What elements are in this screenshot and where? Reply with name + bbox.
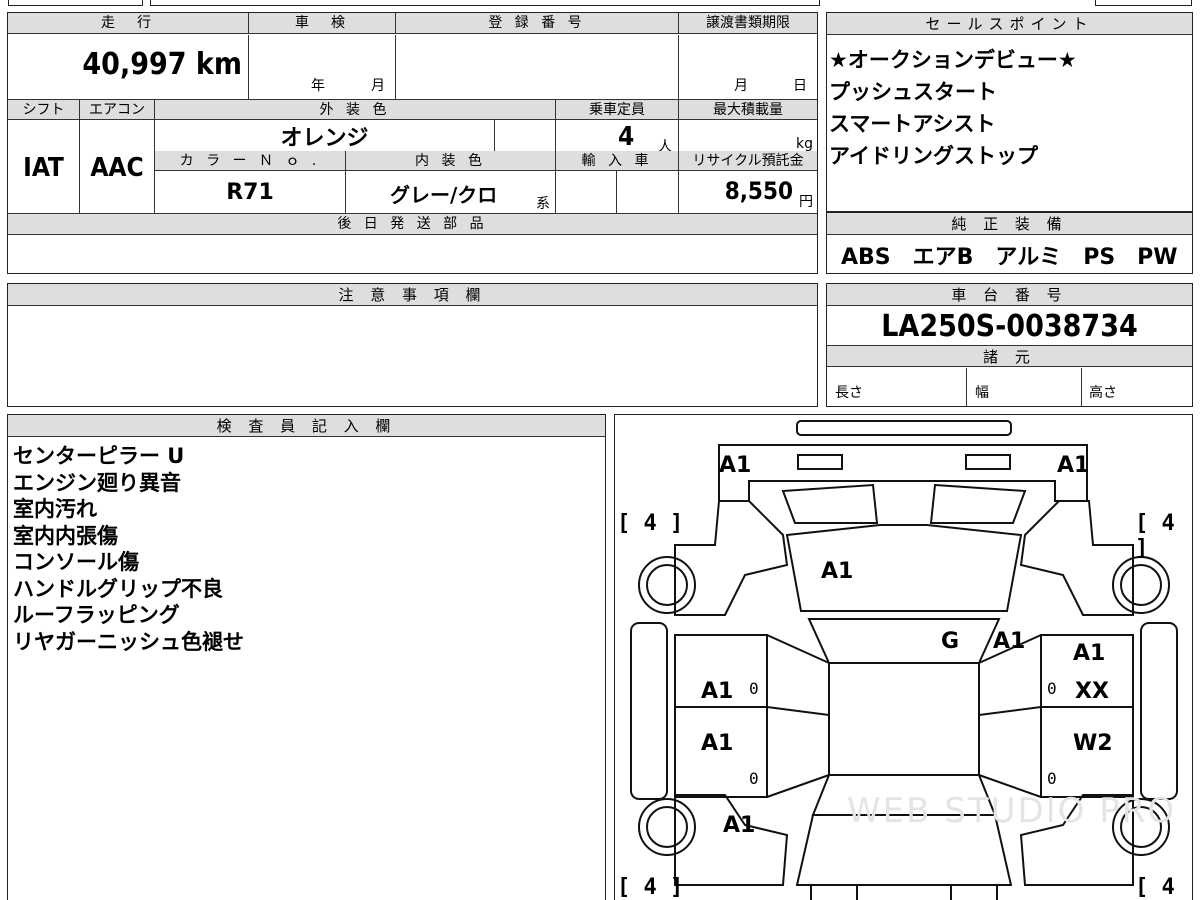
genuine-equipment-title: 純 正 装 備 [827,213,1192,235]
watermark: WEB STUDIO PRO [847,791,1177,831]
chassis-number: LA250S-0038734 [881,309,1138,344]
maxload-label: 最大積載量 [679,100,817,120]
inspection-year: 年 [311,78,325,94]
capacity-value: 4 [618,122,635,152]
inspector-notes: センターピラー U エンジン廻り異音 室内汚れ 室内内張傷 コンソール傷 ハンド… [13,443,244,655]
ac-value: AAC [80,120,155,213]
inspection-label: 車 検 [249,13,396,34]
zero-right-rear: 0 [1047,769,1057,788]
later-parts-label: 後 日 発 送 部 品 [8,214,817,235]
recycle-label: リサイクル預託金 [679,151,817,171]
mark-front-right: A1 [1057,453,1090,478]
inspector-line: ハンドルグリップ不良 [13,576,223,601]
mark-hood: A1 [821,559,854,584]
vehicle-info-table: 走 行 車 検 登 録 番 号 譲渡書類期限 40,997 km 年 月 月 日… [7,12,818,274]
mileage-value: 40,997 km [8,35,249,99]
genuine-equipment-box: 純 正 装 備 ABS エアB アルミ PS PW [826,212,1193,274]
interior-label: 内 装 色 [346,151,556,171]
ac-label: エアコン [80,100,155,120]
sales-point-item: アイドリングストップ [829,144,1038,168]
zero-left-rear: 0 [749,769,759,788]
color-no-label: カ ラ ー Ｎ ｏ . [155,151,346,171]
import-cell-a [556,171,617,213]
specs-title: 諸 元 [827,345,1192,367]
notes-box: 注 意 事 項 欄 [7,283,818,407]
mark-left-rear-door: A1 [701,731,734,756]
inspection-value: 年 月 [249,35,396,99]
sales-points-box: セールスポイント ★オークションデビュー★ プッシュスタート スマートアシスト … [826,12,1193,212]
inspector-line: 室内内張傷 [13,523,118,548]
inspector-line: センターピラー U [13,444,185,468]
mark-right-rear-door: W2 [1073,731,1113,756]
inspector-line: コンソール傷 [13,550,139,574]
tire-front-right: [ 4 ] [1135,511,1175,561]
inspector-line: エンジン廻り異音 [13,470,181,495]
import-cell-b [617,171,679,213]
sales-points-title: セールスポイント [827,13,1192,35]
top-strip [0,0,1200,8]
tire-rear-left: [ 4 ] [617,875,684,900]
transfer-day: 日 [793,78,807,94]
recycle-unit: 円 [799,194,813,210]
capacity-label: 乗車定員 [556,100,679,120]
notes-title: 注 意 事 項 欄 [8,284,817,306]
spec-length-label: 長さ [835,385,863,401]
mark-left-front-door: A1 [701,679,734,704]
maxload-unit: kg [796,136,813,152]
sales-points-list: ★オークションデビュー★ プッシュスタート スマートアシスト アイドリングストッ… [829,44,1189,172]
inspector-line: 室内汚れ [13,497,97,521]
mark-front-left: A1 [719,453,752,478]
shift-label: シフト [8,100,80,120]
chassis-title: 車 台 番 号 [827,284,1192,306]
mark-windshield-a1: A1 [993,629,1026,654]
inspector-line: リヤガーニッシュ色褪せ [13,629,244,654]
zero-left-front: 0 [749,679,759,698]
later-parts-value [8,235,817,272]
chassis-box: 車 台 番 号 LA250S-0038734 諸 元 長さ 幅 高さ [826,283,1193,407]
mark-left-rear-quarter: A1 [723,813,756,838]
spec-width-label: 幅 [975,385,989,401]
inspector-title: 検 査 員 記 入 欄 [8,415,605,437]
interior-cell: グレー/クロ 系 [346,171,556,213]
sales-point-item: スマートアシスト [829,112,996,136]
registration-label: 登 録 番 号 [396,13,679,34]
inspector-box: 検 査 員 記 入 欄 センターピラー U エンジン廻り異音 室内汚れ 室内内張… [7,414,606,900]
sales-point-item: ★オークションデビュー★ [829,48,1077,72]
transfer-month: 月 [734,78,748,94]
recycle-value: 8,550 [724,177,793,205]
recycle-cell: 8,550 円 [679,171,817,213]
mileage-label: 走 行 [8,13,249,34]
mark-right-front-door-2: XX [1075,679,1109,704]
zero-right-front: 0 [1047,679,1057,698]
tire-front-left: [ 4 ] [617,511,684,536]
color-no-value: R71 [155,171,346,213]
mark-right-front-door-1: A1 [1073,641,1106,666]
import-label: 輸 入 車 [556,151,679,171]
transfer-label: 譲渡書類期限 [679,13,817,34]
shift-value: IAT [8,120,80,213]
interior-value: グレー/クロ [390,183,498,207]
inspector-line: ルーフラッピング [13,603,180,627]
sales-point-item: プッシュスタート [829,80,997,104]
registration-value [396,35,679,99]
car-diagram: A1 A1 A1 G A1 A1 XX W2 A1 A1 A1 0 0 0 0 … [614,414,1193,900]
interior-suffix: 系 [536,196,550,212]
inspection-month: 月 [371,78,385,94]
spec-height-label: 高さ [1089,385,1117,401]
exterior-label: 外 装 色 [155,100,556,120]
transfer-value: 月 日 [679,35,817,99]
tire-rear-right: [ 4 ] [1135,875,1175,900]
mark-windshield-g: G [941,629,960,654]
genuine-equipment-value: ABS エアB アルミ PS PW [841,245,1178,270]
